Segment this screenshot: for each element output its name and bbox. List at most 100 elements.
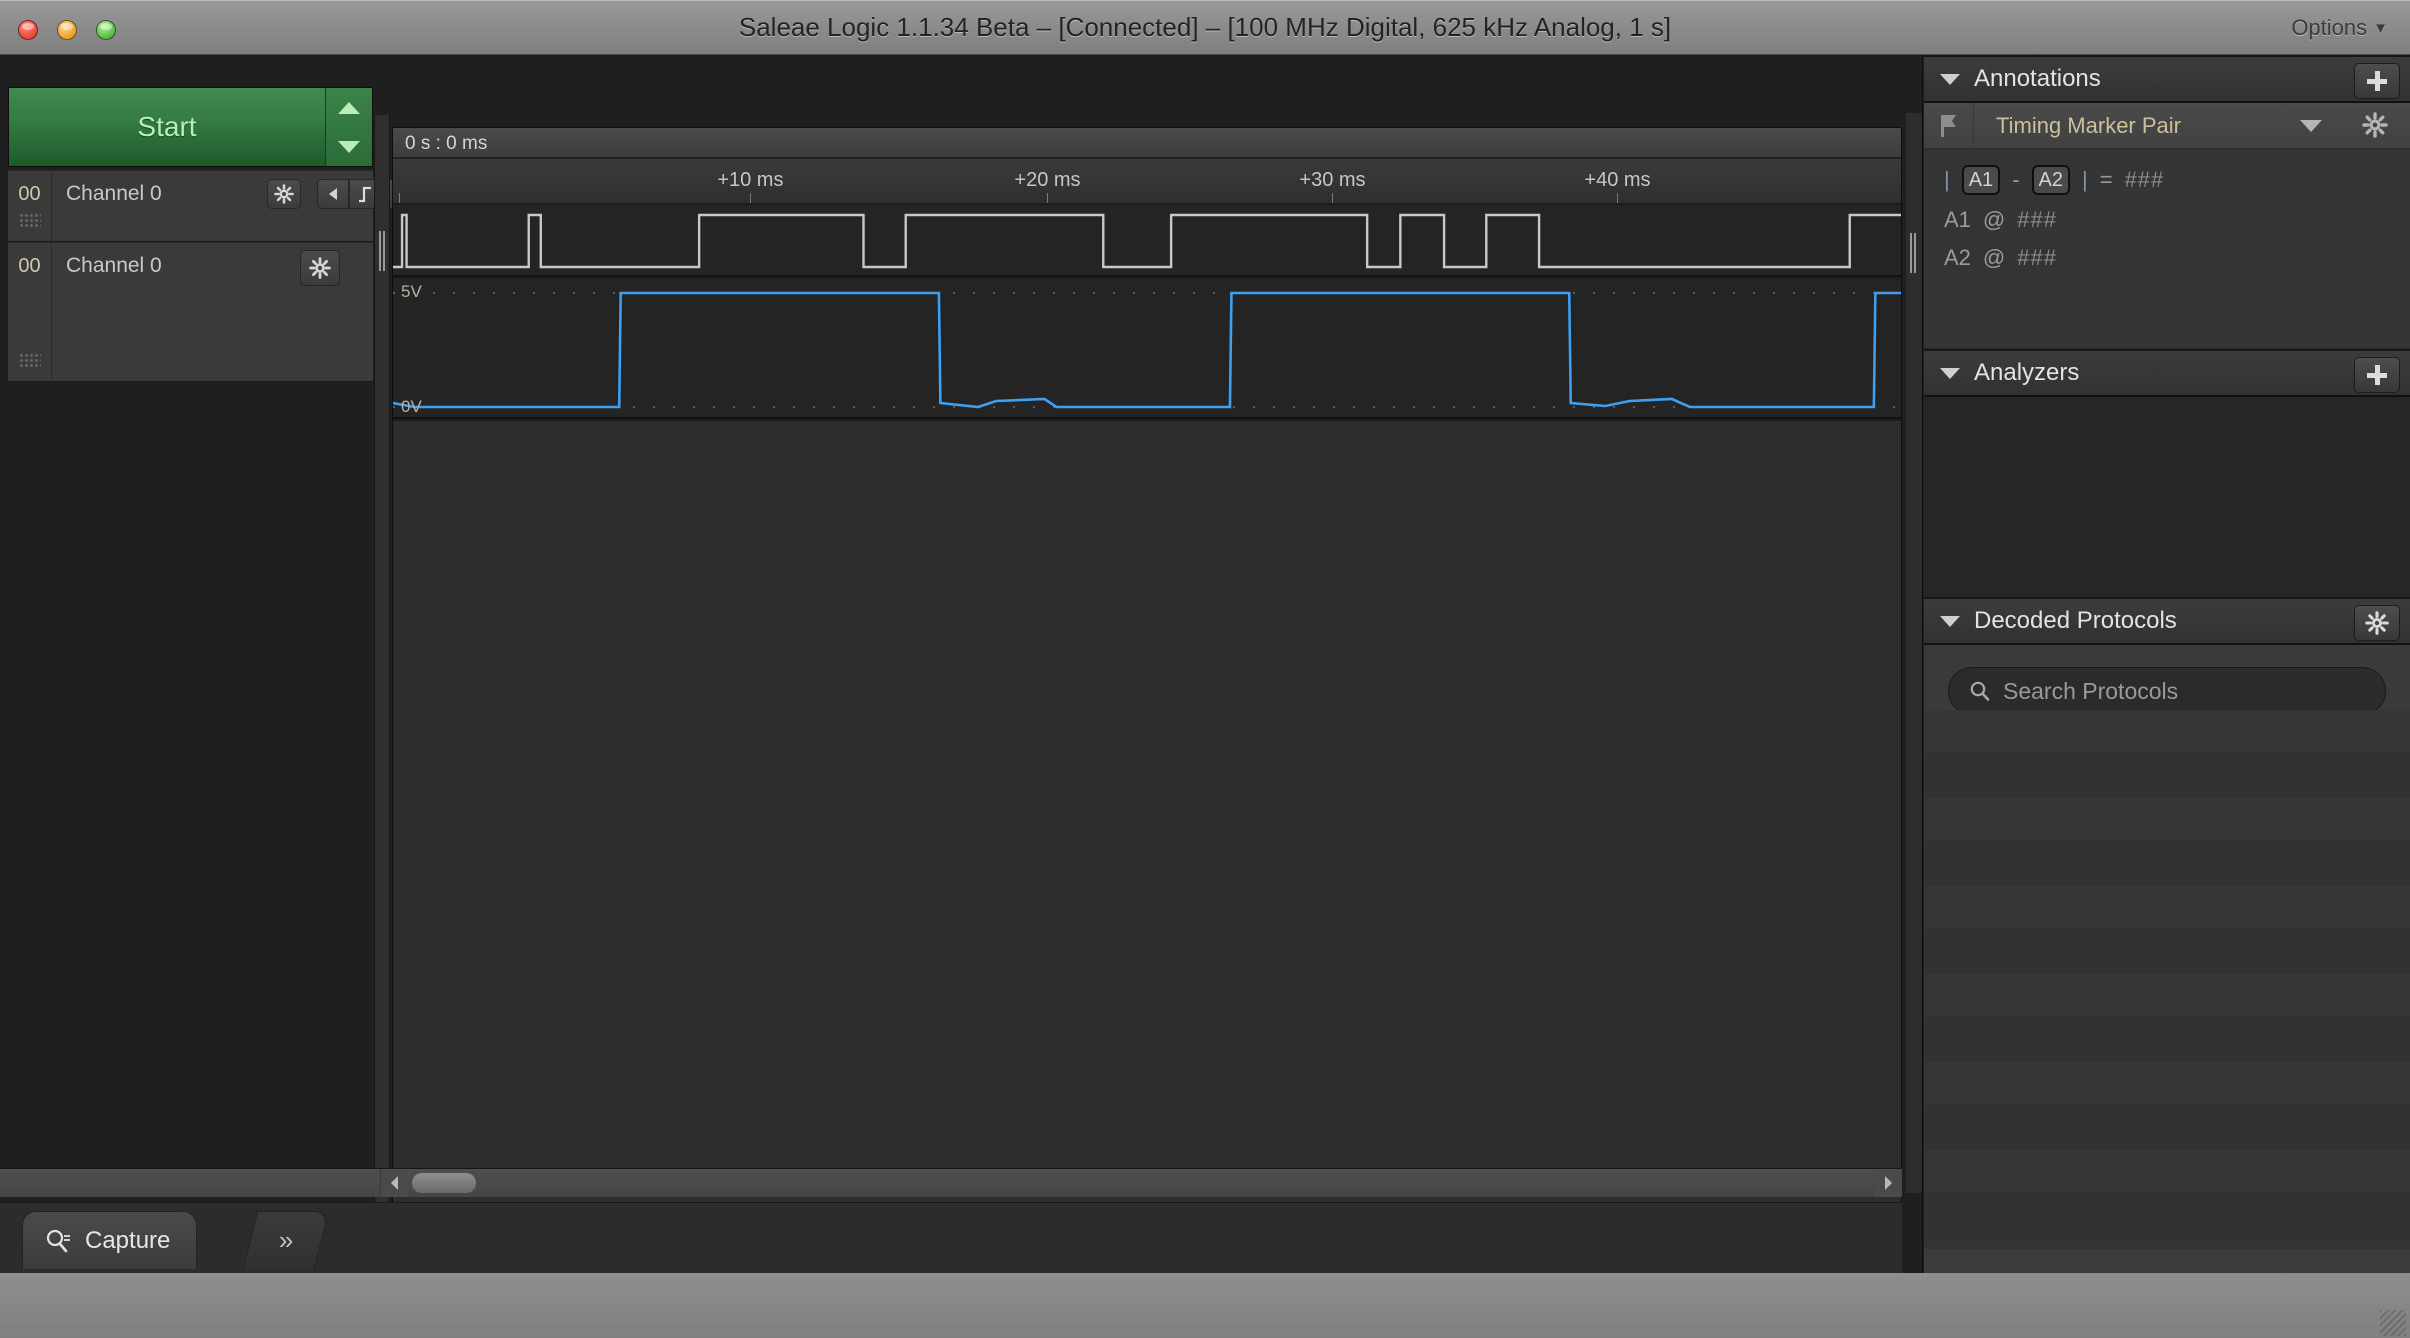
channel-main: Channel 0 [52,243,373,381]
options-menu-button[interactable]: Options ▼ [2291,0,2388,55]
horizontal-scroll-thumb[interactable] [412,1173,476,1193]
tab-capture-label: Capture [85,1226,171,1254]
channel-row-analog[interactable]: 00 Channel 0 [8,242,373,382]
add-analyzer-button[interactable] [2354,357,2400,393]
empty-graph-area[interactable] [393,421,1901,1226]
chevron-down-icon[interactable] [2300,119,2322,132]
chevron-down-icon[interactable] [1940,73,1960,85]
search-protocols-input[interactable]: Search Protocols [1948,667,2386,715]
list-item[interactable] [1924,974,2410,1018]
list-item[interactable] [1924,1018,2410,1062]
decoded-protocols-settings-button[interactable] [2354,605,2400,641]
horizontal-scrollbar[interactable] [0,1168,1902,1197]
list-item[interactable] [1924,798,2410,842]
list-item[interactable] [1924,886,2410,930]
window-title: Saleae Logic 1.1.34 Beta – [Connected] –… [738,12,1672,42]
time-ruler[interactable]: +10 ms +20 ms +30 ms +40 ms [393,159,1901,204]
add-annotation-button[interactable] [2354,63,2400,99]
list-item[interactable] [1924,754,2410,798]
sidebar-splitter[interactable] [1906,113,1922,1193]
ruler-tick-label: +10 ms [717,169,784,191]
list-item[interactable] [1924,710,2410,754]
gear-icon[interactable] [267,179,301,209]
time-header: 0 s : 0 ms [393,128,1901,158]
list-item[interactable] [1924,1150,2410,1194]
tab-capture[interactable]: Capture [22,1211,198,1269]
marker-a1-chip[interactable]: A1 [1961,165,2001,195]
marker-a1-row: A1 @ ### [1944,207,2410,233]
analog-low-label: 0V [401,397,422,416]
marker-minus: - [2012,167,2020,192]
chevron-down-icon[interactable] [1940,615,1960,627]
gear-icon[interactable] [2362,112,2388,138]
options-menu-label: Options [2291,15,2368,40]
search-capture-icon [46,1229,70,1252]
timing-marker-readouts: | A1 - A2 | = ### A1 @ ### A2 @ ### [1924,149,2410,297]
digital-channel-lane[interactable] [393,205,1901,277]
plus-icon [2366,364,2388,386]
ruler-tick-label: +40 ms [1584,169,1651,191]
channel-drag-grip[interactable] [19,213,41,227]
list-item[interactable] [1924,930,2410,974]
list-item[interactable] [1924,1194,2410,1238]
marker-a1-value: ### [2017,207,2057,232]
annotations-empty-area [1924,297,2410,349]
list-item[interactable] [1924,1106,2410,1150]
marker-a2-value: ### [2017,245,2057,270]
marker-a2-row: A2 @ ### [1944,245,2410,271]
time-origin-label: 0 s : 0 ms [405,133,488,154]
marker-a2-label: A2 [1944,245,1971,270]
timing-marker-pair-row[interactable]: Timing Marker Pair [1924,102,2410,149]
more-tabs-button[interactable]: » [242,1211,330,1269]
list-item[interactable] [1924,1062,2410,1106]
start-capture-control: Start [8,87,373,167]
triangle-up-icon[interactable] [338,101,360,114]
analog-channel-lane[interactable]: 5V 0V [393,279,1901,419]
marker-equals: = [2099,167,2113,192]
waveform-graph[interactable]: 0 s : 0 ms +10 ms +20 ms +30 ms +40 ms 5… [392,127,1902,1227]
saleae-logic-window: Saleae Logic 1.1.34 Beta – [Connected] –… [0,0,2410,1338]
channel-name-label: Channel 0 [66,182,162,205]
analyzers-title: Analyzers [1974,359,2080,386]
digital-waveform [393,205,1901,277]
main-body: Start 00 Channel 0 00 Channel 0 0 s: 0 … [0,55,2410,1273]
marker-delta-value: ### [2124,167,2165,192]
decoded-protocols-list[interactable] [1924,710,2410,1249]
scrollbar-track[interactable] [0,1169,1902,1197]
decoded-protocols-title: Decoded Protocols [1974,607,2177,634]
gear-icon[interactable] [300,250,340,286]
channel-list: 00 Channel 0 00 Channel 0 [8,170,413,382]
splitter-grip [1910,233,1917,273]
marker-at-symbol: @ [1982,245,2006,270]
bottom-tab-bar: Capture » [0,1202,1902,1273]
plus-icon [2366,70,2388,92]
panel-header-annotations[interactable]: Annotations [1924,55,2410,103]
scroll-left-arrow-icon[interactable] [380,1169,408,1197]
panel-header-decoded-protocols[interactable]: Decoded Protocols [1924,597,2410,645]
timing-marker-pair-label: Timing Marker Pair [1996,112,2181,138]
channel-index: 00 [8,243,52,381]
ruler-tick-label: +30 ms [1299,169,1366,191]
marker-a2-chip[interactable]: A2 [2031,165,2070,195]
channel-graph-splitter[interactable] [374,115,390,1215]
ruler-tick-mark [1332,193,1334,203]
channel-row-digital[interactable]: 00 Channel 0 [8,170,413,242]
triangle-down-icon[interactable] [338,140,360,153]
capture-stepper[interactable] [326,88,372,166]
marker-delta-row: | A1 - A2 | = ### [1944,165,2410,195]
channel-main: Channel 0 [52,171,413,241]
analog-high-label: 5V [401,282,422,301]
window-resize-grip[interactable] [2380,1310,2406,1336]
channel-drag-grip[interactable] [19,353,41,367]
list-item[interactable] [1924,842,2410,886]
decoded-protocols-body: Search Protocols [1924,645,2410,715]
marker-at-symbol: @ [1982,207,2006,232]
splitter-grip [379,231,386,271]
start-button[interactable]: Start [9,88,326,166]
scroll-right-arrow-icon[interactable] [1874,1169,1902,1197]
channel-name-label: Channel 0 [66,254,162,277]
panel-header-analyzers[interactable]: Analyzers [1924,349,2410,397]
flag-icon[interactable] [1924,102,1974,149]
trigger-falling-icon[interactable] [317,179,349,209]
chevron-down-icon[interactable] [1940,367,1960,379]
